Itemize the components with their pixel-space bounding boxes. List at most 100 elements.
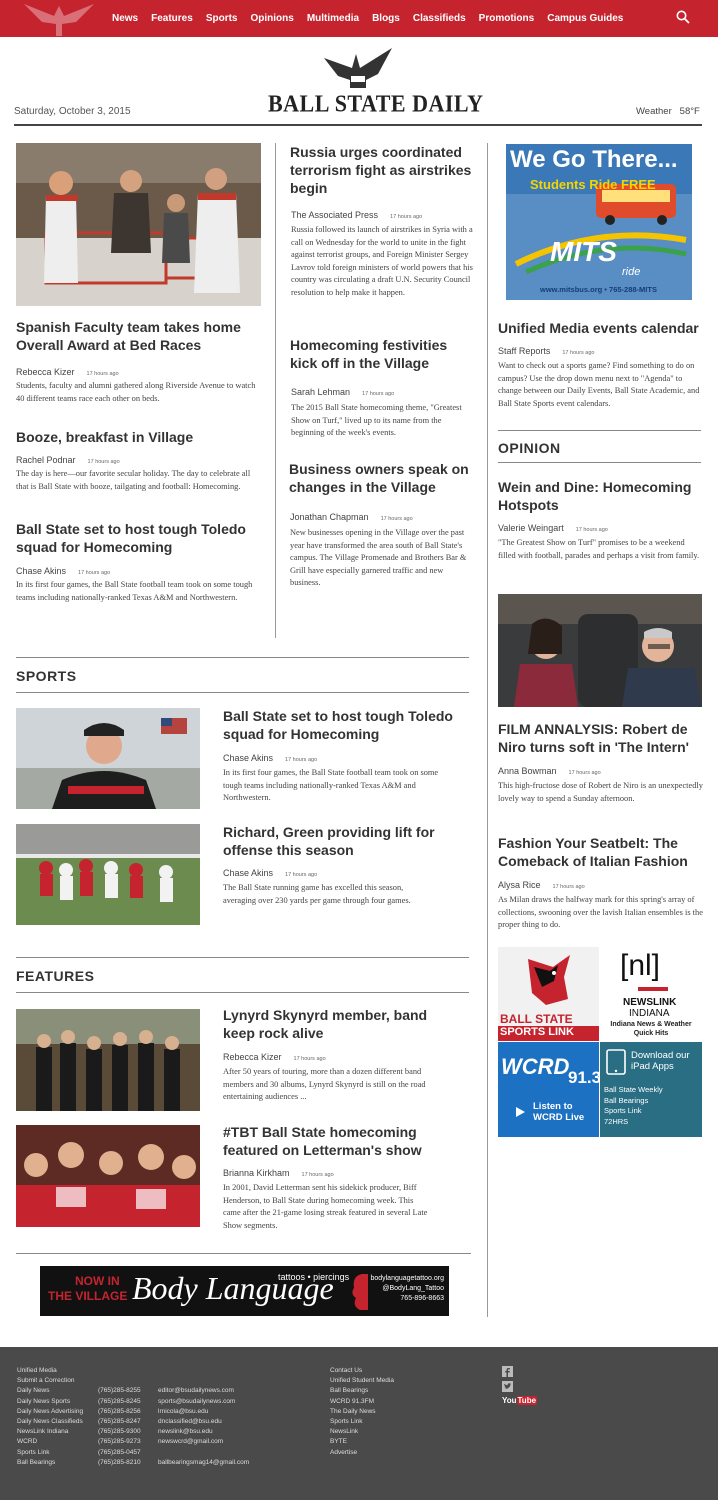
- footer-link[interactable]: Unified Media: [17, 1366, 83, 1376]
- site-logo-title[interactable]: BALL STATE DAILY: [268, 90, 483, 119]
- nav-features[interactable]: Features: [151, 13, 193, 24]
- author[interactable]: Chase Akins: [223, 868, 273, 878]
- app-item[interactable]: Sports Link: [604, 1106, 663, 1117]
- sports-link-tile[interactable]: BALL STATE SPORTS LINK: [498, 947, 599, 1041]
- author[interactable]: Chase Akins: [16, 566, 66, 576]
- footer-link[interactable]: Ball Bearings: [330, 1386, 394, 1396]
- nav-news[interactable]: News: [112, 13, 138, 24]
- cardinal-logo-icon[interactable]: [14, 0, 104, 37]
- author[interactable]: Staff Reports: [498, 346, 550, 356]
- nav-blogs[interactable]: Blogs: [372, 13, 400, 24]
- footer-phone: [98, 1366, 141, 1376]
- footer-link[interactable]: Daily News Classifieds: [17, 1417, 83, 1427]
- footer-email[interactable]: editor@bsudailynews.com: [158, 1386, 249, 1396]
- feature-photo-crowd[interactable]: [16, 1125, 200, 1227]
- footer-link[interactable]: The Daily News: [330, 1407, 394, 1417]
- footer-link[interactable]: Contact Us: [330, 1366, 394, 1376]
- sports-section-label[interactable]: SPORTS: [16, 668, 77, 684]
- story-headline[interactable]: Ball State set to host tough Toledo squa…: [16, 520, 256, 556]
- footer-email[interactable]: newslink@bsu.edu: [158, 1427, 249, 1437]
- sports-link-title-2: SPORTS LINK: [498, 1026, 599, 1041]
- nav-opinions[interactable]: Opinions: [250, 13, 293, 24]
- intern-photo[interactable]: [498, 594, 702, 707]
- story-headline[interactable]: Fashion Your Seatbelt: The Comeback of I…: [498, 834, 703, 870]
- footer-email[interactable]: ballbearingsmag14@gmail.com: [158, 1458, 249, 1468]
- story-headline[interactable]: Lynyrd Skynyrd member, band keep rock al…: [223, 1006, 443, 1042]
- footer-link[interactable]: WCRD: [17, 1437, 83, 1447]
- footer-link[interactable]: Daily News: [17, 1386, 83, 1396]
- footer-email[interactable]: newswcrd@gmail.com: [158, 1437, 249, 1447]
- author[interactable]: Brianna Kirkham: [223, 1168, 290, 1178]
- footer-link[interactable]: Sports Link: [330, 1417, 394, 1427]
- facebook-icon[interactable]: [502, 1366, 513, 1377]
- timestamp: 17 hours ago: [575, 527, 608, 533]
- author[interactable]: Rachel Podnar: [16, 455, 76, 465]
- wcrd-tile[interactable]: WCRD 91.3 Listen to WCRD Live: [498, 1042, 599, 1137]
- author[interactable]: Alysa Rice: [498, 880, 541, 890]
- lead-photo[interactable]: [16, 143, 261, 306]
- story-teaser: The 2015 Ball State homecoming theme, "G…: [291, 403, 462, 437]
- features-section-label[interactable]: FEATURES: [16, 968, 94, 984]
- footer-link[interactable]: NewsLink: [330, 1427, 394, 1437]
- footer-link[interactable]: Daily News Advertising: [17, 1407, 83, 1417]
- author[interactable]: Sarah Lehman: [291, 387, 350, 397]
- weather-widget[interactable]: Weather 58°F: [636, 106, 700, 117]
- play-icon[interactable]: [514, 1106, 526, 1118]
- author[interactable]: Valerie Weingart: [498, 523, 564, 533]
- story-headline[interactable]: Ball State set to host tough Toledo squa…: [223, 707, 463, 743]
- footer-email[interactable]: [158, 1376, 249, 1386]
- nav-promotions[interactable]: Promotions: [479, 13, 535, 24]
- footer-link[interactable]: NewsLink Indiana: [17, 1427, 83, 1437]
- nav-sports[interactable]: Sports: [206, 13, 238, 24]
- author[interactable]: Jonathan Chapman: [290, 512, 369, 522]
- footer-link[interactable]: Sports Link: [17, 1448, 83, 1458]
- newslink-tile[interactable]: [nl] NEWSLINK INDIANA Indiana News & Wea…: [600, 947, 702, 1041]
- youtube-icon[interactable]: YouTube: [502, 1396, 538, 1405]
- footer-link[interactable]: Submit a Correction: [17, 1376, 83, 1386]
- search-icon[interactable]: [676, 10, 690, 24]
- author[interactable]: Rebecca Kizer: [223, 1052, 282, 1062]
- author[interactable]: Chase Akins: [223, 753, 273, 763]
- story-headline[interactable]: Booze, breakfast in Village: [16, 428, 261, 446]
- twitter-icon[interactable]: [502, 1381, 513, 1392]
- footer-email[interactable]: sports@bsudailynews.com: [158, 1397, 249, 1407]
- ipad-apps-tile[interactable]: Download our iPad Apps Ball State Weekly…: [600, 1042, 702, 1137]
- footer-email[interactable]: dnclassified@bsu.edu: [158, 1417, 249, 1427]
- author[interactable]: Rebecca Kizer: [16, 367, 75, 377]
- opinion-section-label[interactable]: OPINION: [498, 440, 561, 456]
- app-item[interactable]: 72HRS: [604, 1117, 663, 1128]
- footer-email[interactable]: lrnicola@bsu.edu: [158, 1407, 249, 1417]
- newslink-logo: [nl]: [620, 949, 661, 982]
- footer-email[interactable]: [158, 1366, 249, 1376]
- story-headline[interactable]: FILM ANNALYSIS: Robert de Niro turns sof…: [498, 720, 703, 756]
- footer-link[interactable]: WCRD 91.3FM: [330, 1397, 394, 1407]
- story-headline[interactable]: Unified Media events calendar: [498, 319, 703, 337]
- footer-email[interactable]: [158, 1448, 249, 1458]
- footer-link[interactable]: BYTE: [330, 1437, 394, 1447]
- story-headline[interactable]: Russia urges coordinated terrorism fight…: [290, 143, 475, 197]
- app-item[interactable]: Ball State Weekly: [604, 1085, 663, 1096]
- app-item[interactable]: Ball Bearings: [604, 1096, 663, 1107]
- footer-link[interactable]: Advertise: [330, 1448, 394, 1458]
- footer-link[interactable]: Unified Student Media: [330, 1376, 394, 1386]
- author[interactable]: Anna Bowman: [498, 766, 557, 776]
- timestamp: 17 hours ago: [362, 391, 395, 397]
- lead-headline[interactable]: Spanish Faculty team takes home Overall …: [16, 318, 256, 354]
- body-language-ad[interactable]: NOW IN THE VILLAGE Body Language tattoos…: [40, 1266, 449, 1316]
- sports-photo-football[interactable]: [16, 824, 200, 925]
- story-headline[interactable]: Homecoming festivities kick off in the V…: [290, 336, 475, 372]
- footer-link[interactable]: Daily News Sports: [17, 1397, 83, 1407]
- nav-classifieds[interactable]: Classifieds: [413, 13, 466, 24]
- footer-link[interactable]: Ball Bearings: [17, 1458, 83, 1468]
- story-headline[interactable]: Richard, Green providing lift for offens…: [223, 823, 463, 859]
- nav-multimedia[interactable]: Multimedia: [307, 13, 359, 24]
- nav-campus-guides[interactable]: Campus Guides: [547, 13, 623, 24]
- feature-photo-band[interactable]: [16, 1009, 200, 1111]
- story-headline[interactable]: #TBT Ball State homecoming featured on L…: [223, 1123, 428, 1159]
- story-headline[interactable]: Wein and Dine: Homecoming Hotspots: [498, 478, 703, 514]
- author[interactable]: The Associated Press: [291, 210, 378, 220]
- story-headline[interactable]: Business owners speak on changes in the …: [289, 460, 474, 496]
- mits-ad[interactable]: We Go There... Students Ride FREE MITS r…: [506, 144, 692, 300]
- footer-phone: (765)285-8247: [98, 1418, 141, 1426]
- sports-photo-coach[interactable]: [16, 708, 200, 809]
